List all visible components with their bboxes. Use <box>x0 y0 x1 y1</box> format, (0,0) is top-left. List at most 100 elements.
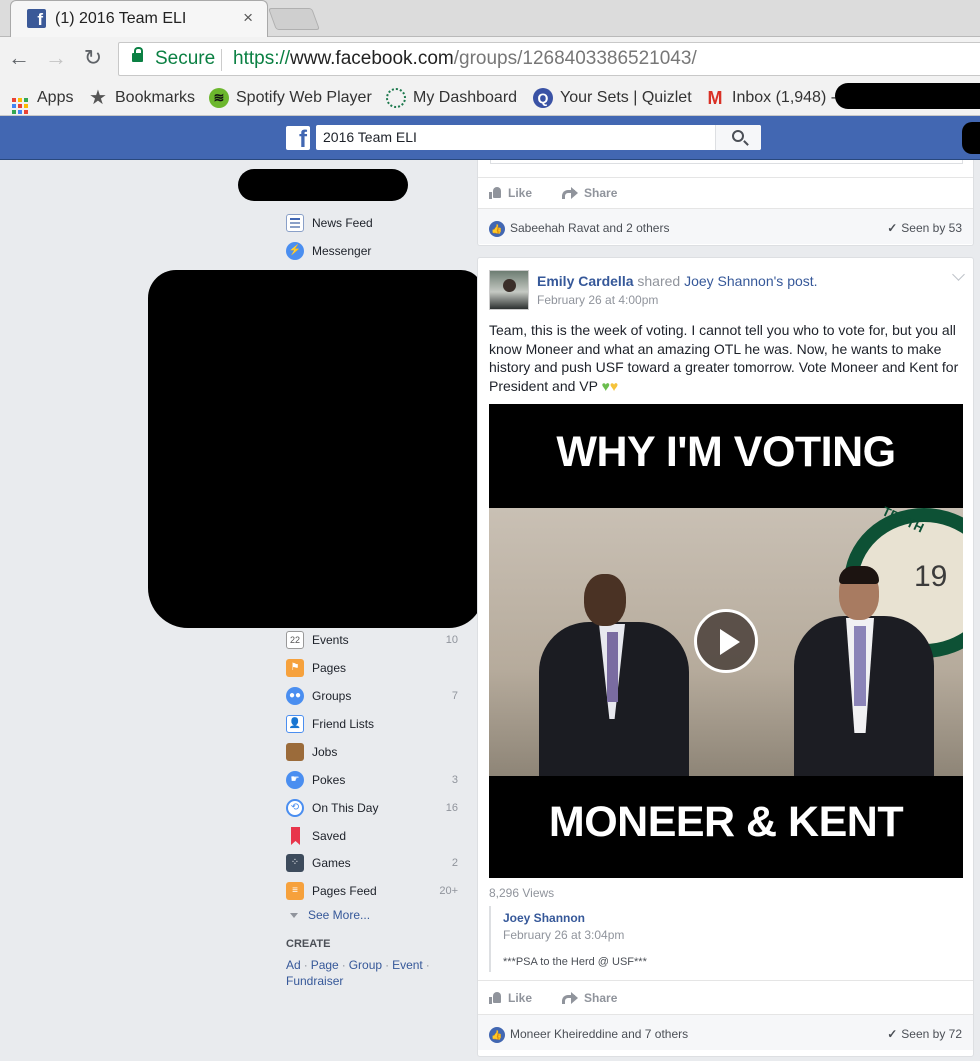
quote-author-link[interactable]: Joey Shannon <box>503 911 585 925</box>
like-reaction-icon: 👍 <box>489 221 505 237</box>
forward-arrow-icon[interactable]: → <box>43 45 69 71</box>
play-button-icon[interactable] <box>694 609 758 673</box>
separator-dot: · <box>303 958 308 972</box>
bookmark-quizlet[interactable]: Q Your Sets | Quizlet <box>533 86 692 110</box>
post-body: Team, this is the week of voting. I cann… <box>489 321 964 395</box>
video-caption-top: WHY I'M VOTING <box>556 428 896 476</box>
nav-pages[interactable]: ⚑ Pages <box>286 658 462 678</box>
speaker-right <box>789 566 939 776</box>
like-label: Like <box>508 991 533 1005</box>
back-arrow-icon[interactable]: ← <box>6 45 32 71</box>
share-button[interactable]: Share <box>562 186 617 200</box>
nav-count: 20+ <box>439 885 458 897</box>
seen-by-link[interactable]: ✓ Seen by 53 <box>887 221 962 235</box>
bookmark-label: Bookmarks <box>115 89 196 106</box>
url-path: /groups/1268403386521043/ <box>453 48 697 69</box>
nav-news-feed[interactable]: News Feed <box>286 213 462 233</box>
nav-jobs[interactable]: Jobs <box>286 742 462 762</box>
events-icon: 22 <box>286 631 304 649</box>
new-tab-button[interactable] <box>267 8 321 30</box>
bookmark-dashboard[interactable]: My Dashboard <box>386 86 517 110</box>
author-link[interactable]: Emily Cardella <box>537 273 634 289</box>
comment-box-edge <box>490 160 963 164</box>
search-icon <box>732 130 744 142</box>
like-button[interactable]: Like <box>489 186 532 200</box>
pages-icon: ⚑ <box>286 659 304 677</box>
nav-pokes[interactable]: ☛ Pokes 3 <box>286 770 462 790</box>
address-bar[interactable]: Secure https://www.facebook.com/groups/1… <box>118 42 980 76</box>
url-host: www.facebook.com <box>290 48 454 69</box>
post-options-chevron-icon[interactable] <box>952 268 965 281</box>
nav-label: Pages <box>312 661 347 675</box>
browser-tab[interactable]: f (1) 2016 Team ELI × <box>10 0 268 37</box>
nav-pages-feed[interactable]: ≡ Pages Feed 20+ <box>286 881 462 901</box>
nav-groups[interactable]: ●● Groups 7 <box>286 686 462 706</box>
pages-feed-icon: ≡ <box>286 882 304 900</box>
search-value: 2016 Team ELI <box>323 129 417 145</box>
speaker-left <box>539 574 689 776</box>
create-group-link[interactable]: Group <box>349 958 382 972</box>
apps-grid-icon <box>10 88 30 114</box>
browser-toolbar: ← → ↻ Secure https://www.facebook.com/gr… <box>0 37 980 81</box>
bookmark-inbox[interactable]: M Inbox (1,948) - <box>705 86 837 110</box>
nav-messenger[interactable]: ⚡ Messenger <box>286 241 462 261</box>
nav-on-this-day[interactable]: ⟲ On This Day 16 <box>286 798 462 818</box>
search-button[interactable] <box>715 125 761 150</box>
create-page-link[interactable]: Page <box>311 958 339 972</box>
shared-text: shared <box>637 273 681 289</box>
likers-link[interactable]: Moneer Kheireddine and 7 others <box>510 1027 688 1041</box>
create-event-link[interactable]: Event <box>392 958 423 972</box>
video-player[interactable]: WHY I'M VOTING TRUTH 19 MONEER & KENT <box>489 404 963 878</box>
seen-label: Seen by 72 <box>901 1027 962 1041</box>
nav-label: News Feed <box>312 216 373 230</box>
url-scheme: https:// <box>233 48 291 69</box>
nav-count: 2 <box>451 857 458 869</box>
nav-label: On This Day <box>312 801 379 815</box>
facebook-favicon-icon: f <box>27 9 46 29</box>
seen-by-link[interactable]: ✓ Seen by 72 <box>887 1027 962 1041</box>
post-headline: Emily Cardella shared Joey Shannon's pos… <box>537 273 818 289</box>
nav-events[interactable]: 22 Events 10 <box>286 630 462 650</box>
games-icon: ⁘ <box>286 854 304 872</box>
on-this-day-icon: ⟲ <box>286 799 304 817</box>
create-ad-link[interactable]: Ad <box>286 958 301 972</box>
separator-dot: · <box>341 958 346 972</box>
facebook-logo-icon[interactable]: f <box>286 126 310 153</box>
like-button[interactable]: Like <box>489 991 532 1005</box>
author-avatar[interactable] <box>489 270 529 310</box>
share-button[interactable]: Share <box>562 991 617 1005</box>
see-more-link[interactable]: See More... <box>290 908 370 922</box>
friend-lists-icon: 👤 <box>286 715 304 733</box>
nav-friend-lists[interactable]: 👤 Friend Lists <box>286 714 462 734</box>
nav-saved[interactable]: Saved <box>286 826 462 846</box>
nav-games[interactable]: ⁘ Games 2 <box>286 853 462 873</box>
create-heading: CREATE <box>286 938 331 950</box>
bookmark-label: Your Sets | Quizlet <box>560 89 692 106</box>
thumbs-up-icon <box>489 187 502 199</box>
quote-timestamp[interactable]: February 26 at 3:04pm <box>503 928 624 942</box>
green-heart-icon: ♥ <box>601 377 610 394</box>
post-card: Like Share 👍 Sabeehah Ravat and 2 others… <box>477 160 974 246</box>
post-timestamp[interactable]: February 26 at 4:00pm <box>537 293 658 307</box>
facebook-search-input[interactable]: 2016 Team ELI <box>316 125 761 150</box>
reload-icon[interactable]: ↻ <box>80 45 106 71</box>
url-text[interactable]: https://www.facebook.com/groups/12684033… <box>233 48 697 70</box>
separator-dot: · <box>425 958 430 972</box>
likers-link[interactable]: Sabeehah Ravat and 2 others <box>510 221 669 235</box>
browser-tab-bar: f (1) 2016 Team ELI × <box>0 0 980 37</box>
shared-suffix[interactable]: 's post. <box>774 273 818 289</box>
tab-close-icon[interactable]: × <box>243 8 253 28</box>
divider <box>478 177 973 178</box>
shared-from-link[interactable]: Joey Shannon <box>684 273 774 289</box>
pokes-icon: ☛ <box>286 771 304 789</box>
create-fundraiser-link[interactable]: Fundraiser <box>286 974 343 988</box>
bookmark-apps[interactable]: Apps <box>10 86 73 114</box>
nav-count: 3 <box>451 774 458 786</box>
bookmark-bookmarks[interactable]: ★ Bookmarks <box>88 86 195 110</box>
dashboard-icon <box>386 88 406 108</box>
facebook-header: f 2016 Team ELI <box>0 116 980 160</box>
share-arrow-icon <box>562 992 579 1004</box>
post-footer: 👍 Moneer Kheireddine and 7 others ✓ Seen … <box>478 1014 973 1050</box>
spotify-icon: ≋ <box>209 88 229 108</box>
bookmark-spotify[interactable]: ≋ Spotify Web Player <box>209 86 372 110</box>
